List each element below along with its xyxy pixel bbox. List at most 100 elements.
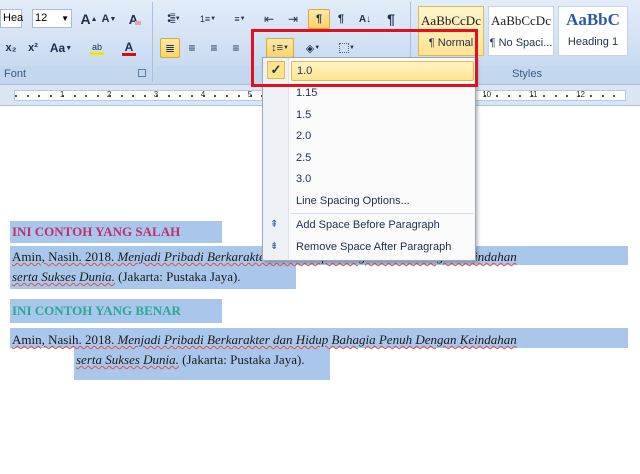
ruler-tick bbox=[73, 95, 76, 97]
ruler-tick bbox=[554, 95, 557, 97]
shrink-font-label: A bbox=[101, 13, 110, 25]
clear-formatting-button[interactable]: A bbox=[124, 9, 146, 29]
chevron-down-icon: ▼ bbox=[65, 44, 73, 52]
justify-icon: ≡ bbox=[232, 41, 240, 55]
ruler-number: 5 bbox=[247, 90, 253, 99]
ruler-tick bbox=[167, 95, 170, 97]
line-spacing-icon: ↕≡ bbox=[271, 42, 283, 54]
highlight-button[interactable]: ab bbox=[82, 38, 112, 58]
ruler-tick bbox=[613, 95, 616, 97]
sort-icon: A↓ bbox=[358, 13, 372, 25]
spacing-1-15-item[interactable]: 1.15 bbox=[291, 83, 474, 103]
font-name-field[interactable]: Hea bbox=[0, 9, 23, 28]
font-size-field[interactable]: 12 ▼ bbox=[32, 9, 72, 28]
heading-right: INI CONTOH YANG BENAR bbox=[12, 303, 181, 318]
ruler-tick bbox=[179, 95, 182, 97]
reference-title-cont: serta Sukses Dunia. bbox=[12, 269, 115, 284]
reference-author: Amin, Nasih. 2018. bbox=[12, 332, 118, 347]
style-normal-preview: AaBbCcDc bbox=[421, 13, 481, 28]
spacing-2-0-item[interactable]: 2.0 bbox=[291, 126, 474, 146]
ruler-number: 3 bbox=[153, 90, 159, 99]
group-separator bbox=[152, 2, 153, 82]
line-spacing-options-item[interactable]: Line Spacing Options... bbox=[291, 191, 474, 211]
ruler-tick bbox=[507, 95, 510, 97]
ruler-number: 1 bbox=[59, 90, 65, 99]
ruler-number: 12 bbox=[576, 90, 585, 99]
ruler-tick bbox=[38, 95, 41, 97]
spacing-3-0-item[interactable]: 3.0 bbox=[291, 169, 474, 189]
superscript-button[interactable]: x² bbox=[24, 38, 42, 58]
dialog-launcher-icon[interactable] bbox=[138, 69, 146, 77]
multilevel-list-button[interactable]: ≡ ▼ bbox=[226, 9, 254, 29]
rtl-label: ¶ bbox=[337, 13, 345, 25]
numbered-list-icon: 1≡ bbox=[199, 14, 211, 24]
ruler-number: 2 bbox=[106, 90, 112, 99]
ruler-tick bbox=[190, 95, 193, 97]
paint-bucket-icon: ◈ bbox=[305, 42, 315, 55]
add-space-before-item[interactable]: Add Space Before Paragraph bbox=[291, 215, 474, 235]
borders-button[interactable]: ▼ bbox=[332, 38, 362, 58]
grow-font-button[interactable]: A ▲ bbox=[78, 9, 100, 29]
ltr-button[interactable]: ¶ bbox=[308, 9, 330, 29]
line-spacing-menu: ✓ 1.0 1.15 1.5 2.0 2.5 3.0 Line Spacing … bbox=[262, 57, 476, 261]
align-center-icon: ≡ bbox=[188, 41, 196, 55]
font-color-button[interactable]: A bbox=[114, 38, 144, 58]
ruler-number: 11 bbox=[529, 90, 538, 99]
remove-space-after-icon: ⇟ bbox=[270, 241, 279, 252]
increase-indent-icon: ⇥ bbox=[287, 12, 299, 26]
ruler-tick bbox=[132, 95, 135, 97]
change-case-button[interactable]: Aa ▼ bbox=[48, 38, 74, 58]
bullet-list-icon: •≡ •≡ bbox=[167, 11, 175, 27]
style-heading-1-name: Heading 1 bbox=[567, 36, 619, 48]
ruler-tick bbox=[50, 95, 53, 97]
sort-button[interactable]: A↓ bbox=[354, 9, 376, 29]
justify-button[interactable]: ≡ bbox=[226, 38, 246, 58]
reference-publisher: (Jakarta: Pustaka Jaya). bbox=[114, 269, 241, 284]
increase-indent-button[interactable]: ⇥ bbox=[282, 9, 304, 29]
ruler-number: 10 bbox=[482, 90, 492, 99]
ruler-tick bbox=[85, 95, 88, 97]
ruler-tick bbox=[237, 95, 240, 97]
spacing-1-5-item[interactable]: 1.5 bbox=[291, 105, 474, 125]
style-no-spacing[interactable]: AaBbCcDc ¶ No Spaci... bbox=[488, 6, 554, 56]
pilcrow-label: ¶ bbox=[387, 11, 395, 27]
style-heading-1[interactable]: AaBbC Heading 1 bbox=[558, 6, 628, 56]
line-spacing-button[interactable]: ↕≡ ▼ bbox=[266, 38, 294, 58]
style-heading-1-preview: AaBbC bbox=[566, 10, 620, 29]
highlighter-icon bbox=[90, 51, 104, 55]
show-formatting-button[interactable]: ¶ bbox=[380, 9, 402, 29]
align-left-button[interactable]: ≣ bbox=[160, 38, 180, 58]
chevron-down-icon[interactable]: ▼ bbox=[61, 10, 69, 27]
shading-button[interactable]: ◈ ▼ bbox=[298, 38, 328, 58]
style-normal[interactable]: AaBbCcDc ¶ Normal bbox=[418, 6, 484, 56]
reference-title: Menjadi Pribadi Berkarakter dan Hidup Ba… bbox=[117, 332, 517, 347]
ruler-tick bbox=[566, 95, 569, 97]
ruler-tick bbox=[542, 95, 545, 97]
spacing-2-5-item[interactable]: 2.5 bbox=[291, 148, 474, 168]
reference-title-cont: serta Sukses Dunia. bbox=[76, 352, 179, 367]
ruler-tick bbox=[26, 95, 29, 97]
ruler-tick bbox=[226, 95, 229, 97]
align-right-button[interactable]: ≡ bbox=[204, 38, 224, 58]
decrease-indent-button[interactable]: ⇤ bbox=[258, 9, 280, 29]
remove-space-after-item[interactable]: Remove Space After Paragraph bbox=[291, 237, 474, 257]
rtl-button[interactable]: ¶ bbox=[330, 9, 352, 29]
align-center-button[interactable]: ≡ bbox=[182, 38, 202, 58]
ruler-number: 4 bbox=[200, 90, 206, 99]
ruler-tick bbox=[144, 95, 147, 97]
eraser-icon bbox=[135, 21, 142, 25]
subscript-button[interactable]: x₂ bbox=[2, 38, 20, 58]
ruler-tick bbox=[519, 95, 522, 97]
superscript-label: x² bbox=[28, 42, 38, 54]
add-space-before-icon: ⇞ bbox=[270, 219, 279, 230]
ruler-tick bbox=[120, 95, 123, 97]
align-right-icon: ≡ bbox=[210, 41, 218, 55]
change-case-label: Aa bbox=[49, 41, 66, 55]
highlight-label: ab bbox=[91, 41, 102, 52]
shrink-font-button[interactable]: A ▼ bbox=[100, 9, 118, 29]
ruler-tick bbox=[589, 95, 592, 97]
spacing-1-0-item[interactable]: 1.0 bbox=[291, 61, 474, 81]
bullets-button[interactable]: •≡ •≡ ▼ bbox=[158, 9, 190, 29]
ruler-tick bbox=[15, 95, 17, 97]
numbering-button[interactable]: 1≡ ▼ bbox=[192, 9, 224, 29]
